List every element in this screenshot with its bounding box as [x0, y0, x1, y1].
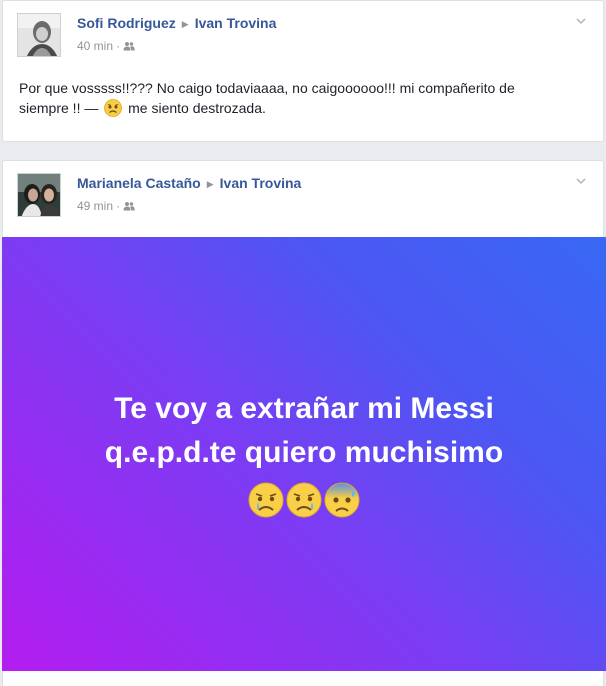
sad-face-emoji	[104, 99, 123, 117]
arrow-right-icon: ▶	[181, 19, 189, 29]
feed-post: Sofi Rodriguez ▶ Ivan Trovina 40 min · Por …	[2, 0, 604, 142]
friends-icon[interactable]	[123, 201, 135, 211]
banner-line-1: Te voy a extrañar mi Messi	[114, 392, 494, 425]
author-name[interactable]: Marianela Castaño	[77, 175, 201, 191]
recipient-name[interactable]: Ivan Trovina	[195, 15, 277, 31]
friends-icon[interactable]	[123, 41, 135, 51]
post-text-part2: me siento destrozada.	[128, 100, 266, 116]
banner-emoji-row	[2, 481, 606, 521]
post-names: Marianela Castaño ▶ Ivan Trovina	[77, 175, 301, 191]
post-timestamp[interactable]: 40 min	[77, 39, 113, 53]
chevron-down-icon[interactable]	[573, 173, 589, 189]
author-avatar[interactable]	[17, 13, 61, 57]
crying-face-emoji	[286, 482, 322, 518]
feed-post: Marianela Castaño ▶ Ivan Trovina 49 min · T…	[2, 160, 606, 686]
crying-face-emoji	[248, 482, 284, 518]
post-header: Marianela Castaño ▶ Ivan Trovina 49 min ·	[17, 173, 589, 217]
post-header: Sofi Rodriguez ▶ Ivan Trovina 40 min ·	[17, 13, 589, 57]
anxious-sweat-face-emoji	[324, 482, 360, 518]
banner-text: Te voy a extrañar mi Messi q.e.p.d.te qu…	[2, 387, 606, 475]
post-meta: 49 min ·	[77, 199, 135, 213]
arrow-right-icon: ▶	[206, 179, 214, 189]
post-text-part1: Por que vosssss!!??? No caigo todaviaaaa…	[19, 80, 515, 116]
colored-background-post: Te voy a extrañar mi Messi q.e.p.d.te qu…	[2, 237, 606, 671]
post-meta: 40 min ·	[77, 39, 135, 53]
post-text: Por que vosssss!!??? No caigo todaviaaaa…	[19, 78, 563, 118]
recipient-name[interactable]: Ivan Trovina	[220, 175, 302, 191]
chevron-down-icon[interactable]	[573, 13, 589, 29]
post-timestamp[interactable]: 49 min	[77, 199, 113, 213]
author-name[interactable]: Sofi Rodriguez	[77, 15, 176, 31]
news-feed: Sofi Rodriguez ▶ Ivan Trovina 40 min · Por …	[0, 0, 606, 686]
author-avatar[interactable]	[17, 173, 61, 217]
banner-line-2: q.e.p.d.te quiero muchisimo	[104, 436, 504, 469]
post-names: Sofi Rodriguez ▶ Ivan Trovina	[77, 15, 276, 31]
